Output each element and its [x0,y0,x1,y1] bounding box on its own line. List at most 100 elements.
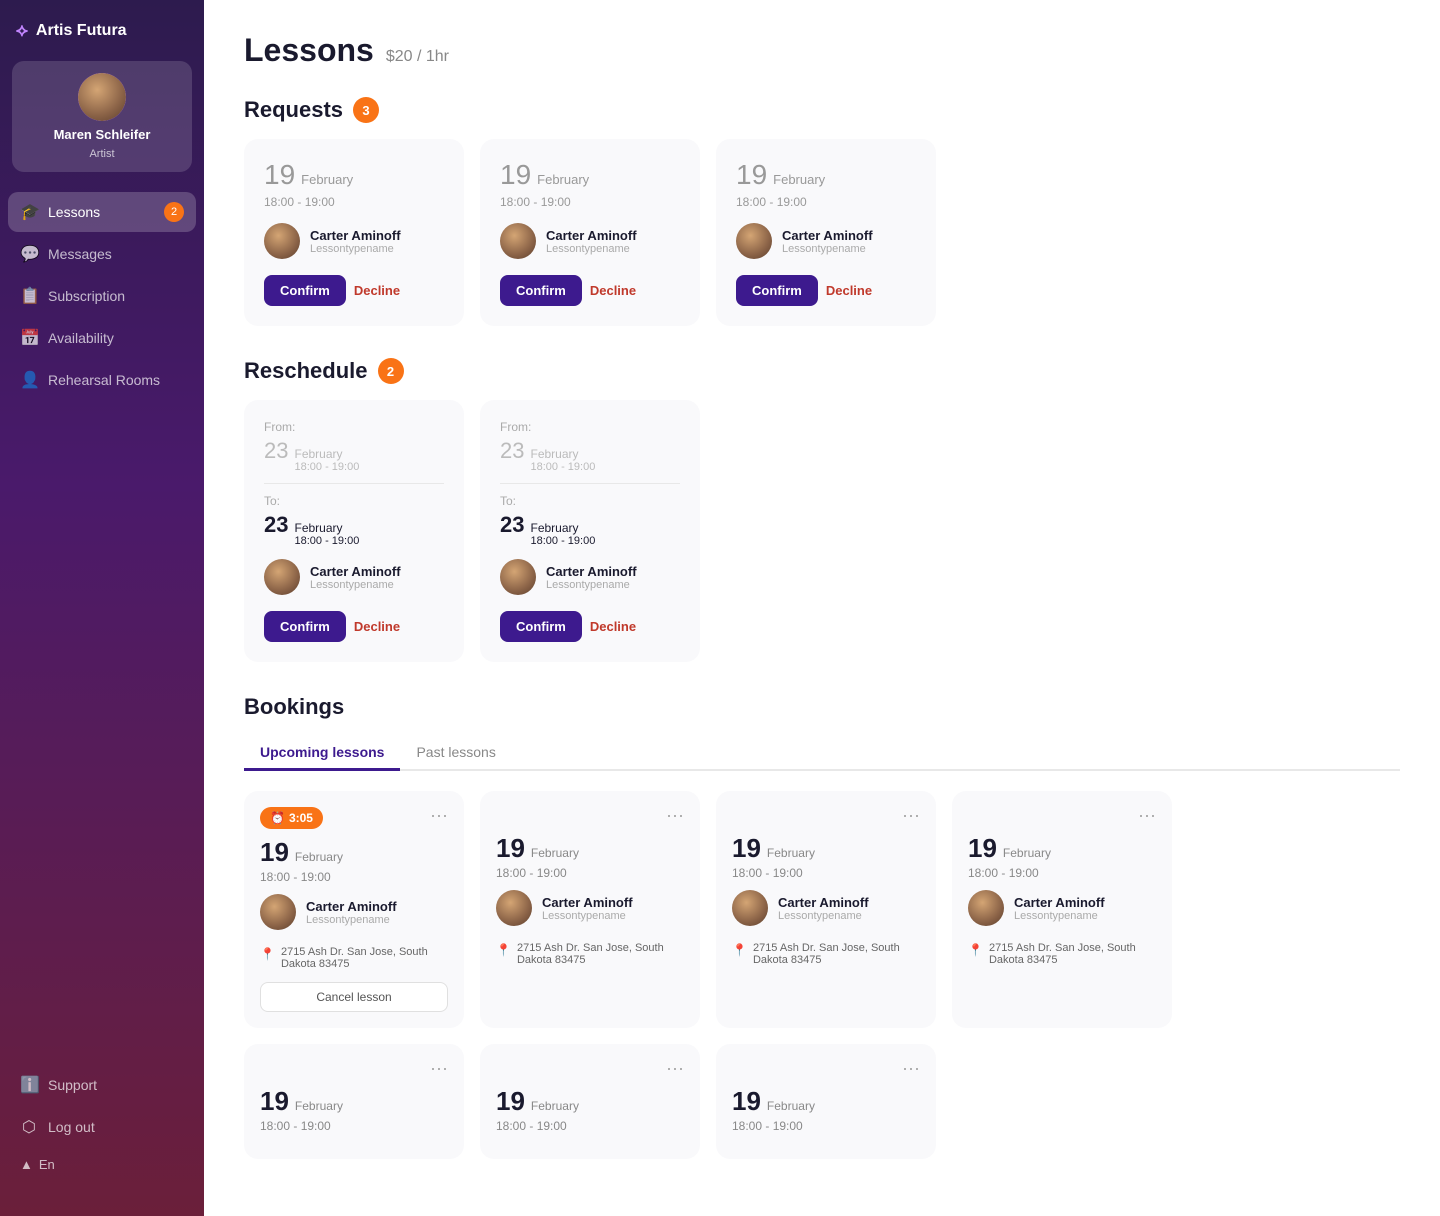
sidebar-item-lessons[interactable]: 🎓 Lessons 2 [8,192,196,232]
decline-button[interactable]: Decline [826,283,872,298]
timer-icon: ⏰ [270,811,285,825]
more-options-icon[interactable]: ⋯ [666,807,684,825]
sidebar-item-support[interactable]: ℹ️ Support [8,1065,196,1105]
logo-icon: ⟡ [16,20,28,41]
to-day: 23 [264,512,288,538]
page-title: Lessons [244,32,374,69]
sidebar-item-rehearsal-rooms[interactable]: 👤 Rehearsal Rooms [8,360,196,400]
booking-month: February [531,846,579,860]
tab-past[interactable]: Past lessons [400,736,511,771]
to-label: To: [500,494,680,508]
from-label: From: [500,420,680,434]
booking-time: 18:00 - 19:00 [496,1119,684,1133]
booking-card: ⋯ 19 February 18:00 - 19:00 [244,1044,464,1159]
booking-date: 19 February [260,1086,448,1117]
booking-card: ⋯ 19 February 18:00 - 19:00 [716,1044,936,1159]
booking-time: 18:00 - 19:00 [260,1119,448,1133]
person-avatar [968,890,1004,926]
to-date: 23 February 18:00 - 19:00 [264,512,444,547]
more-options-icon[interactable]: ⋯ [666,1060,684,1078]
reschedule-confirm-button[interactable]: Confirm [500,611,582,642]
to-month: February [530,521,595,535]
nav-rehearsal-label: Rehearsal Rooms [48,372,160,388]
card-person: Carter Aminoff Lessontypename [968,890,1156,926]
booking-address: 📍 2715 Ash Dr. San Jose, South Dakota 83… [260,946,448,970]
requests-cards: 19 February 18:00 - 19:00 Carter Aminoff… [244,139,1400,326]
to-label: To: [264,494,444,508]
sidebar-item-logout[interactable]: ⬡ Log out [8,1107,196,1147]
sidebar-bottom: ℹ️ Support ⬡ Log out ▲ En [0,1065,204,1196]
page-header: Lessons $20 / 1hr [244,32,1400,69]
person-name: Carter Aminoff [778,895,869,910]
booking-day: 19 [968,833,997,864]
more-options-icon[interactable]: ⋯ [430,1060,448,1078]
more-options-icon[interactable]: ⋯ [902,807,920,825]
sidebar-nav: 🎓 Lessons 2 💬 Messages 📋 Subscription 📅 … [0,192,204,1065]
sidebar-item-subscription[interactable]: 📋 Subscription [8,276,196,316]
lessons-badge: 2 [164,202,184,222]
person-avatar [264,223,300,259]
card-person: Carter Aminoff Lessontypename [260,894,448,930]
sidebar-profile: Maren Schleifer Artist [12,61,192,172]
sidebar-item-availability[interactable]: 📅 Availability [8,318,196,358]
confirm-button[interactable]: Confirm [500,275,582,306]
language-toggle[interactable]: ▲ En [8,1149,196,1180]
booking-month: February [767,1099,815,1113]
booking-day: 19 [260,837,289,868]
person-avatar [264,559,300,595]
decline-button[interactable]: Decline [590,283,636,298]
more-options-icon[interactable]: ⋯ [430,807,448,825]
from-label: From: [264,420,444,434]
to-month: February [294,521,359,535]
person-name: Carter Aminoff [310,564,401,579]
booking-card-header: ⋯ [732,807,920,825]
cancel-lesson-button[interactable]: Cancel lesson [260,982,448,1012]
reschedule-badge: 2 [378,358,404,384]
person-name: Carter Aminoff [542,895,633,910]
reschedule-confirm-button[interactable]: Confirm [264,611,346,642]
sidebar-item-messages[interactable]: 💬 Messages [8,234,196,274]
card-month: February [773,172,825,187]
card-time: 18:00 - 19:00 [500,195,680,209]
booking-card: ⋯ 19 February 18:00 - 19:00 Carter Amino… [952,791,1172,1028]
more-options-icon[interactable]: ⋯ [902,1060,920,1078]
card-person: Carter Aminoff Lessontypename [500,223,680,259]
card-actions: Confirm Decline [736,275,916,306]
nav-support-label: Support [48,1077,97,1093]
reschedule-card: From: 23 February 18:00 - 19:00 To: 23 F… [480,400,700,662]
decline-button[interactable]: Decline [354,283,400,298]
location-icon: 📍 [496,943,511,957]
person-type: Lessontypename [542,910,633,922]
address-text: 2715 Ash Dr. San Jose, South Dakota 8347… [753,942,920,966]
to-day: 23 [500,512,524,538]
language-label: En [39,1157,55,1172]
confirm-button[interactable]: Confirm [736,275,818,306]
person-type: Lessontypename [306,914,397,926]
card-person: Carter Aminoff Lessontypename [496,890,684,926]
person-avatar [732,890,768,926]
booking-time: 18:00 - 19:00 [968,866,1156,880]
booking-day: 19 [732,833,761,864]
from-day: 23 [264,438,288,464]
booking-address: 📍 2715 Ash Dr. San Jose, South Dakota 83… [732,942,920,966]
nav-messages-label: Messages [48,246,112,262]
card-actions: Confirm Decline [500,611,680,642]
booking-date: 19 February [496,833,684,864]
card-time: 18:00 - 19:00 [264,195,444,209]
more-options-icon[interactable]: ⋯ [1138,807,1156,825]
request-card: 19 February 18:00 - 19:00 Carter Aminoff… [480,139,700,326]
app-logo: ⟡ Artis Futura [0,20,204,61]
reschedule-decline-button[interactable]: Decline [590,619,636,634]
person-name: Carter Aminoff [546,228,637,243]
card-month: February [537,172,589,187]
confirm-button[interactable]: Confirm [264,275,346,306]
person-name: Carter Aminoff [1014,895,1105,910]
reschedule-decline-button[interactable]: Decline [354,619,400,634]
person-name: Carter Aminoff [546,564,637,579]
card-time: 18:00 - 19:00 [736,195,916,209]
tab-upcoming[interactable]: Upcoming lessons [244,736,400,771]
requests-badge: 3 [353,97,379,123]
booking-time: 18:00 - 19:00 [496,866,684,880]
booking-card-header: ⋯ [260,1060,448,1078]
timer-value: 3:05 [289,811,313,825]
